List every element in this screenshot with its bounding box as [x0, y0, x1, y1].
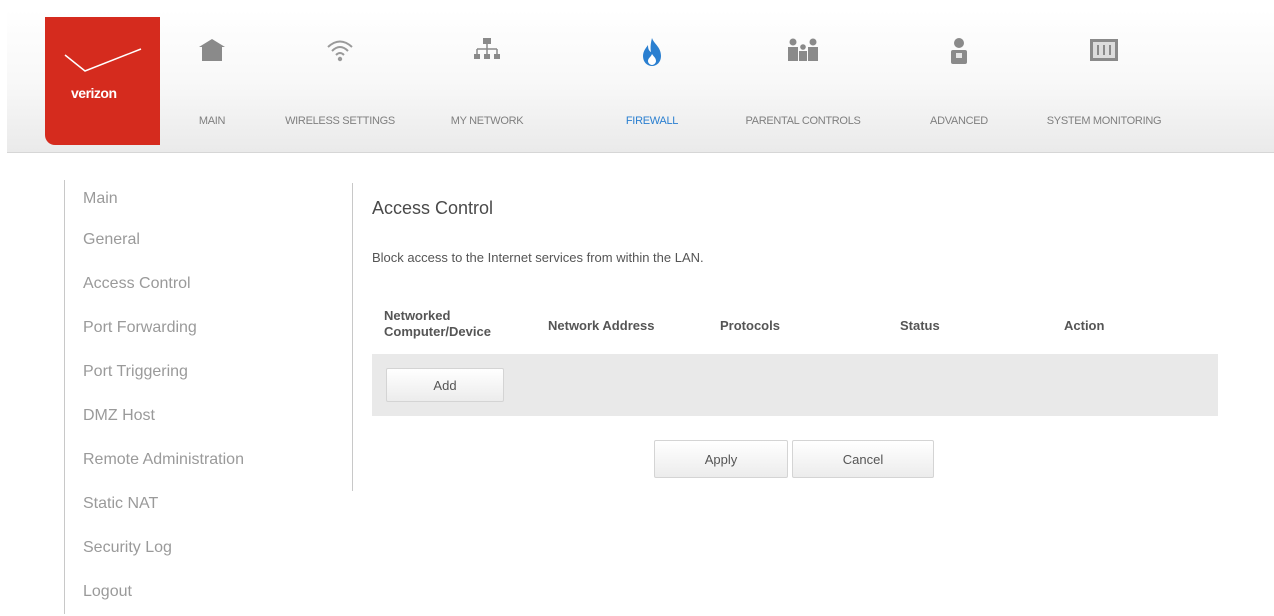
nav-label: FIREWALL: [625, 115, 679, 127]
nav-label: PARENTAL CONTROLS: [745, 115, 861, 127]
nav-label: ADVANCED: [930, 115, 988, 127]
family-icon: [786, 37, 820, 68]
nav-label: WIRELESS SETTINGS: [285, 115, 395, 127]
nav-system-monitoring[interactable]: SYSTEM MONITORING: [1037, 25, 1171, 135]
sidebar-item-port-triggering[interactable]: Port Triggering: [65, 350, 335, 394]
content-divider: [352, 183, 353, 491]
sidebar-item-static-nat[interactable]: Static NAT: [65, 482, 335, 526]
column-header-device: Networked Computer/Device: [384, 308, 491, 339]
sidebar-item-logout[interactable]: Logout: [65, 570, 335, 614]
nav-advanced[interactable]: ADVANCED: [919, 25, 999, 135]
sidebar-item-main[interactable]: Main: [65, 180, 335, 218]
network-icon: [473, 37, 501, 68]
column-header-action: Action: [1064, 318, 1105, 333]
nav-label: SYSTEM MONITORING: [1046, 115, 1162, 127]
nav-firewall[interactable]: FIREWALL: [607, 25, 697, 135]
nav-parental-controls[interactable]: PARENTAL CONTROLS: [731, 25, 875, 135]
logo-text: verizon: [71, 85, 117, 101]
nav-main[interactable]: MAIN: [179, 25, 245, 135]
column-header-protocols: Protocols: [720, 318, 780, 333]
top-header: verizon MAIN WIRELESS SETTINGS MY NETWOR…: [7, 10, 1274, 153]
table-body: Add: [372, 354, 1218, 416]
column-header-network-address: Network Address: [548, 318, 655, 333]
nav-label: MY NETWORK: [450, 115, 524, 127]
person-icon: [948, 37, 970, 70]
sidebar: Main General Access Control Port Forward…: [64, 180, 335, 614]
sidebar-item-remote-administration[interactable]: Remote Administration: [65, 438, 335, 482]
add-button[interactable]: Add: [386, 368, 504, 402]
table-header: Networked Computer/Device Network Addres…: [372, 308, 1218, 348]
sidebar-item-dmz-host[interactable]: DMZ Host: [65, 394, 335, 438]
sidebar-item-port-forwarding[interactable]: Port Forwarding: [65, 306, 335, 350]
cancel-button[interactable]: Cancel: [792, 440, 934, 478]
sidebar-item-security-log[interactable]: Security Log: [65, 526, 335, 570]
sidebar-item-general[interactable]: General: [65, 218, 335, 262]
nav-wireless-settings[interactable]: WIRELESS SETTINGS: [277, 25, 403, 135]
sidebar-item-access-control[interactable]: Access Control: [65, 262, 335, 306]
nav-label: MAIN: [198, 115, 226, 127]
monitor-icon: [1089, 37, 1119, 68]
page-title: Access Control: [372, 198, 494, 218]
page-description: Block access to the Internet services fr…: [372, 250, 704, 265]
flame-icon: [639, 37, 665, 72]
house-icon: [198, 37, 226, 68]
column-header-status: Status: [900, 318, 940, 333]
apply-button[interactable]: Apply: [654, 440, 788, 478]
wifi-icon: [325, 37, 355, 68]
nav-my-network[interactable]: MY NETWORK: [437, 25, 537, 135]
verizon-logo[interactable]: verizon: [45, 17, 160, 145]
logo-check-icon: [64, 48, 142, 72]
